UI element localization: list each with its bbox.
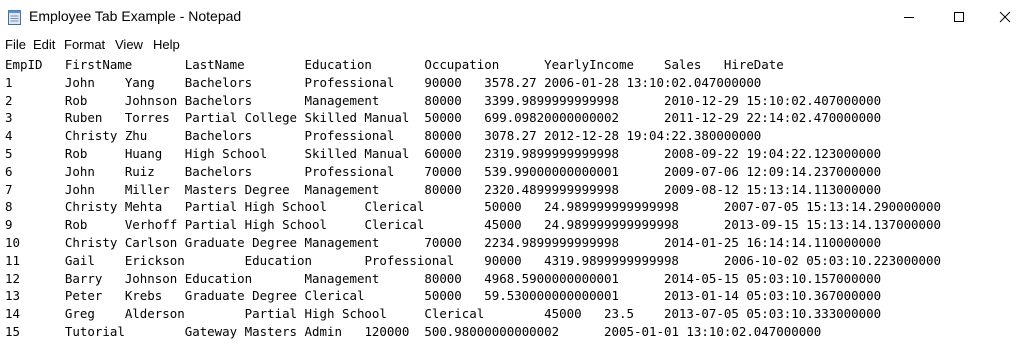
minimize-button[interactable]: [886, 0, 932, 34]
text-line: 8 Christy Mehta Partial High School Cler…: [5, 199, 942, 215]
text-line: 12 Barry Johnson Education Management 80…: [5, 270, 882, 286]
menu-format[interactable]: Format: [64, 37, 105, 52]
text-line: 9 Rob Verhoff Partial High School Cleric…: [5, 217, 942, 233]
text-line: 1 John Yang Bachelors Professional 90000…: [5, 74, 762, 90]
menu-edit[interactable]: Edit: [33, 37, 55, 52]
menu-file[interactable]: File: [5, 37, 26, 52]
text-line: 6 John Ruiz Bachelors Professional 70000…: [5, 163, 882, 179]
menu-bar: File Edit Format View Help: [0, 36, 1024, 54]
text-line: 15 Tutorial Gateway Masters Admin 120000…: [5, 323, 822, 339]
text-line: 3 Ruben Torres Partial College Skilled M…: [5, 110, 882, 126]
text-editor[interactable]: EmpID FirstName LastName Education Occup…: [0, 54, 1024, 351]
text-line: 4 Christy Zhu Bachelors Professional 800…: [5, 128, 762, 144]
maximize-icon: [954, 12, 964, 22]
text-line: EmpID FirstName LastName Education Occup…: [5, 57, 784, 72]
text-line: 2 Rob Johnson Bachelors Management 80000…: [5, 92, 882, 108]
text-line: 10 Christy Carlson Graduate Degree Manag…: [5, 234, 882, 250]
menu-view[interactable]: View: [115, 37, 143, 52]
close-button[interactable]: [986, 0, 1024, 34]
text-line: 7 John Miller Masters Degree Management …: [5, 181, 882, 197]
text-line: 5 Rob Huang High School Skilled Manual 6…: [5, 145, 882, 161]
close-icon: [999, 11, 1011, 23]
notepad-icon: [8, 9, 22, 25]
minimize-icon: [904, 17, 914, 18]
text-line: 11 Gail Erickson Education Professional …: [5, 252, 942, 268]
maximize-button[interactable]: [936, 0, 982, 34]
text-line: 14 Greg Alderson Partial High School Cle…: [5, 306, 882, 322]
document-text[interactable]: EmpID FirstName LastName Education Occup…: [5, 56, 941, 341]
text-line: 13 Peter Krebs Graduate Degree Clerical …: [5, 288, 882, 304]
title-bar[interactable]: Employee Tab Example - Notepad: [0, 0, 1024, 34]
window-title: Employee Tab Example - Notepad: [29, 8, 242, 24]
menu-help[interactable]: Help: [153, 37, 180, 52]
